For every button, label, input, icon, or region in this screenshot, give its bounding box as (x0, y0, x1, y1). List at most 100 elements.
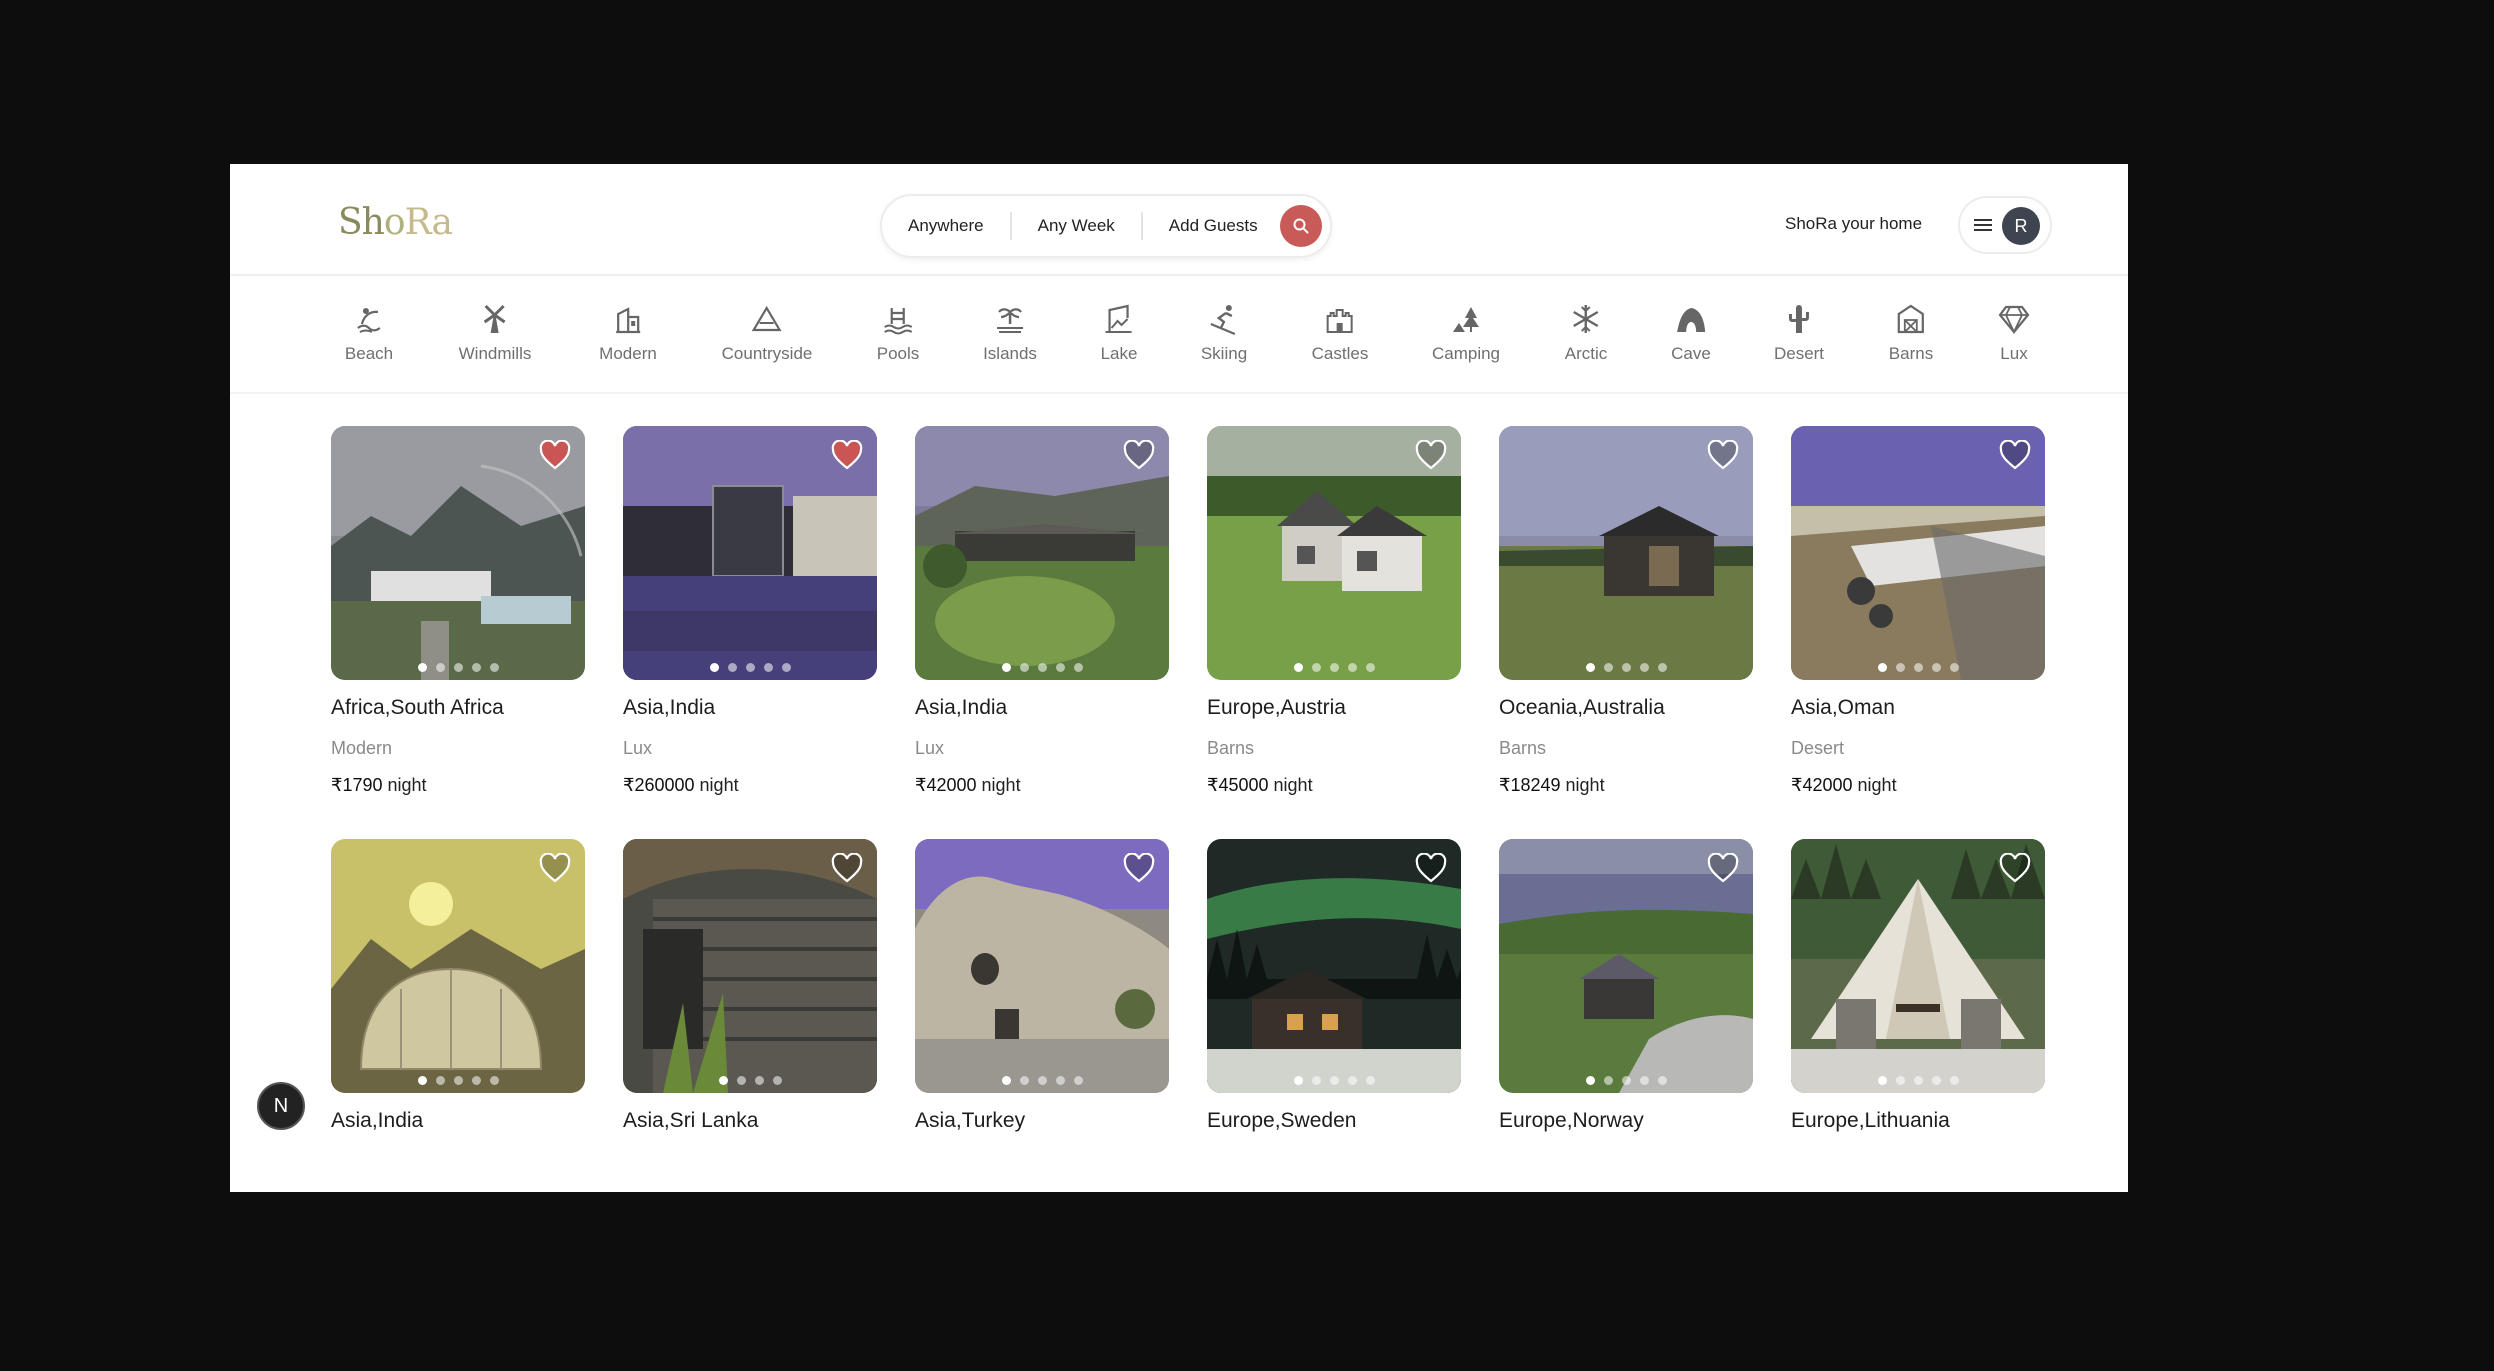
heart-icon[interactable] (831, 440, 863, 470)
price-amount: ₹42000 (915, 775, 977, 795)
category-camping[interactable]: Camping (1432, 302, 1500, 364)
listing-category: Barns (1207, 738, 1255, 758)
category-label: Camping (1431, 344, 1501, 363)
category-label: Windmills (458, 344, 532, 363)
image-carousel-dots[interactable] (623, 1076, 877, 1085)
search-where[interactable]: Anywhere (908, 216, 1010, 236)
heart-icon[interactable] (1415, 853, 1447, 883)
listing-photo[interactable] (915, 839, 1169, 1093)
menu-icon (1974, 217, 1994, 233)
heart-icon[interactable] (1999, 440, 2031, 470)
island-icon (997, 308, 1023, 333)
floating-dev-badge[interactable]: N (257, 1082, 305, 1130)
price-amount: ₹1790 (331, 775, 383, 795)
listing-card[interactable]: Asia,Sri Lanka (623, 839, 877, 1133)
listing-category: Desert (1791, 738, 1845, 758)
listing-location: Europe,Norway (1499, 1109, 1644, 1132)
image-carousel-dots[interactable] (1499, 1076, 1753, 1085)
category-castles[interactable]: Castles (1312, 302, 1368, 364)
category-label: Lux (2000, 344, 2028, 363)
listing-card[interactable]: Asia,India Lux ₹260000 night (623, 426, 877, 796)
listing-photo[interactable] (1791, 839, 2045, 1093)
price-unit: night (1565, 775, 1605, 795)
category-cave[interactable]: Cave (1671, 302, 1711, 364)
listing-photo[interactable] (623, 426, 877, 680)
listing-card[interactable]: Asia,Oman Desert ₹42000 night (1791, 426, 2045, 796)
listing-photo[interactable] (1207, 426, 1461, 680)
heart-icon[interactable] (1999, 853, 2031, 883)
listing-card[interactable]: Asia,India (331, 839, 585, 1133)
image-carousel-dots[interactable] (1207, 663, 1461, 672)
skiing-icon (1210, 305, 1236, 336)
category-windmills[interactable]: Windmills (458, 302, 532, 364)
price-amount: ₹42000 (1791, 775, 1853, 795)
heart-icon[interactable] (831, 853, 863, 883)
image-carousel-dots[interactable] (331, 1076, 585, 1085)
listing-photo[interactable] (1207, 839, 1461, 1093)
windmill-icon (484, 304, 506, 333)
heart-icon[interactable] (539, 440, 571, 470)
search-guests[interactable]: Add Guests (1169, 216, 1284, 236)
category-barns[interactable]: Barns (1889, 302, 1933, 364)
image-carousel-dots[interactable] (1207, 1076, 1461, 1085)
heart-icon[interactable] (1123, 440, 1155, 470)
search-divider (1140, 212, 1143, 240)
category-lux[interactable]: Lux (1997, 302, 2031, 364)
user-menu-button[interactable]: R (1958, 196, 2052, 254)
listing-card[interactable]: Europe,Austria Barns ₹45000 night (1207, 426, 1461, 796)
listing-photo[interactable] (1791, 426, 2045, 680)
image-carousel-dots[interactable] (1791, 1076, 2045, 1085)
category-countryside[interactable]: Countryside (722, 302, 812, 364)
category-lake[interactable]: Lake (1101, 302, 1137, 364)
heart-icon[interactable] (1707, 440, 1739, 470)
heart-icon[interactable] (1707, 853, 1739, 883)
search-icon (1293, 218, 1309, 234)
image-carousel-dots[interactable] (1499, 663, 1753, 672)
listing-photo[interactable] (1499, 426, 1753, 680)
heart-icon[interactable] (1415, 440, 1447, 470)
image-carousel-dots[interactable] (915, 663, 1169, 672)
search-when[interactable]: Any Week (1038, 216, 1141, 236)
listing-location: Europe,Austria (1207, 696, 1346, 719)
mountain-icon (752, 305, 782, 332)
listing-price: ₹45000 night (1207, 775, 1461, 796)
heart-icon[interactable] (539, 853, 571, 883)
category-desert[interactable]: Desert (1774, 302, 1824, 364)
host-your-home-link[interactable]: ShoRa your home (1785, 214, 1922, 234)
listing-card[interactable]: Europe,Lithuania (1791, 839, 2045, 1133)
image-carousel-dots[interactable] (915, 1076, 1169, 1085)
listing-card[interactable]: Oceania,Australia Barns ₹18249 night (1499, 426, 1753, 796)
search-button[interactable] (1280, 205, 1322, 247)
image-carousel-dots[interactable] (331, 663, 585, 672)
diamond-icon (1998, 305, 2030, 335)
category-arctic[interactable]: Arctic (1565, 302, 1607, 364)
listing-photo[interactable] (331, 426, 585, 680)
modern-building-icon (615, 307, 640, 334)
brand-logo[interactable]: ShoRa (338, 202, 453, 243)
price-unit: night (387, 775, 427, 795)
listing-photo[interactable] (1499, 839, 1753, 1093)
listing-card[interactable]: Africa,South Africa Modern ₹1790 night (331, 426, 585, 796)
listing-card[interactable]: Europe,Sweden (1207, 839, 1461, 1133)
cave-icon (1677, 308, 1705, 332)
price-unit: night (699, 775, 739, 795)
price-unit: night (1857, 775, 1897, 795)
heart-icon[interactable] (1123, 853, 1155, 883)
listing-card[interactable]: Europe,Norway (1499, 839, 1753, 1133)
listing-card[interactable]: Asia,Turkey (915, 839, 1169, 1133)
image-carousel-dots[interactable] (623, 663, 877, 672)
listing-photo[interactable] (623, 839, 877, 1093)
listing-price: ₹260000 night (623, 775, 877, 796)
listing-location: Asia,India (915, 696, 1008, 719)
category-pools[interactable]: Pools (877, 302, 919, 364)
listing-photo[interactable] (915, 426, 1169, 680)
category-label: Desert (1773, 344, 1825, 363)
category-skiing[interactable]: Skiing (1201, 302, 1247, 364)
category-islands[interactable]: Islands (983, 302, 1037, 364)
category-beach[interactable]: Beach (345, 302, 393, 364)
category-modern[interactable]: Modern (599, 302, 657, 364)
listing-photo[interactable] (331, 839, 585, 1093)
image-carousel-dots[interactable] (1791, 663, 2045, 672)
search-bar[interactable]: Anywhere Any Week Add Guests (880, 194, 1332, 258)
listing-card[interactable]: Asia,India Lux ₹42000 night (915, 426, 1169, 796)
